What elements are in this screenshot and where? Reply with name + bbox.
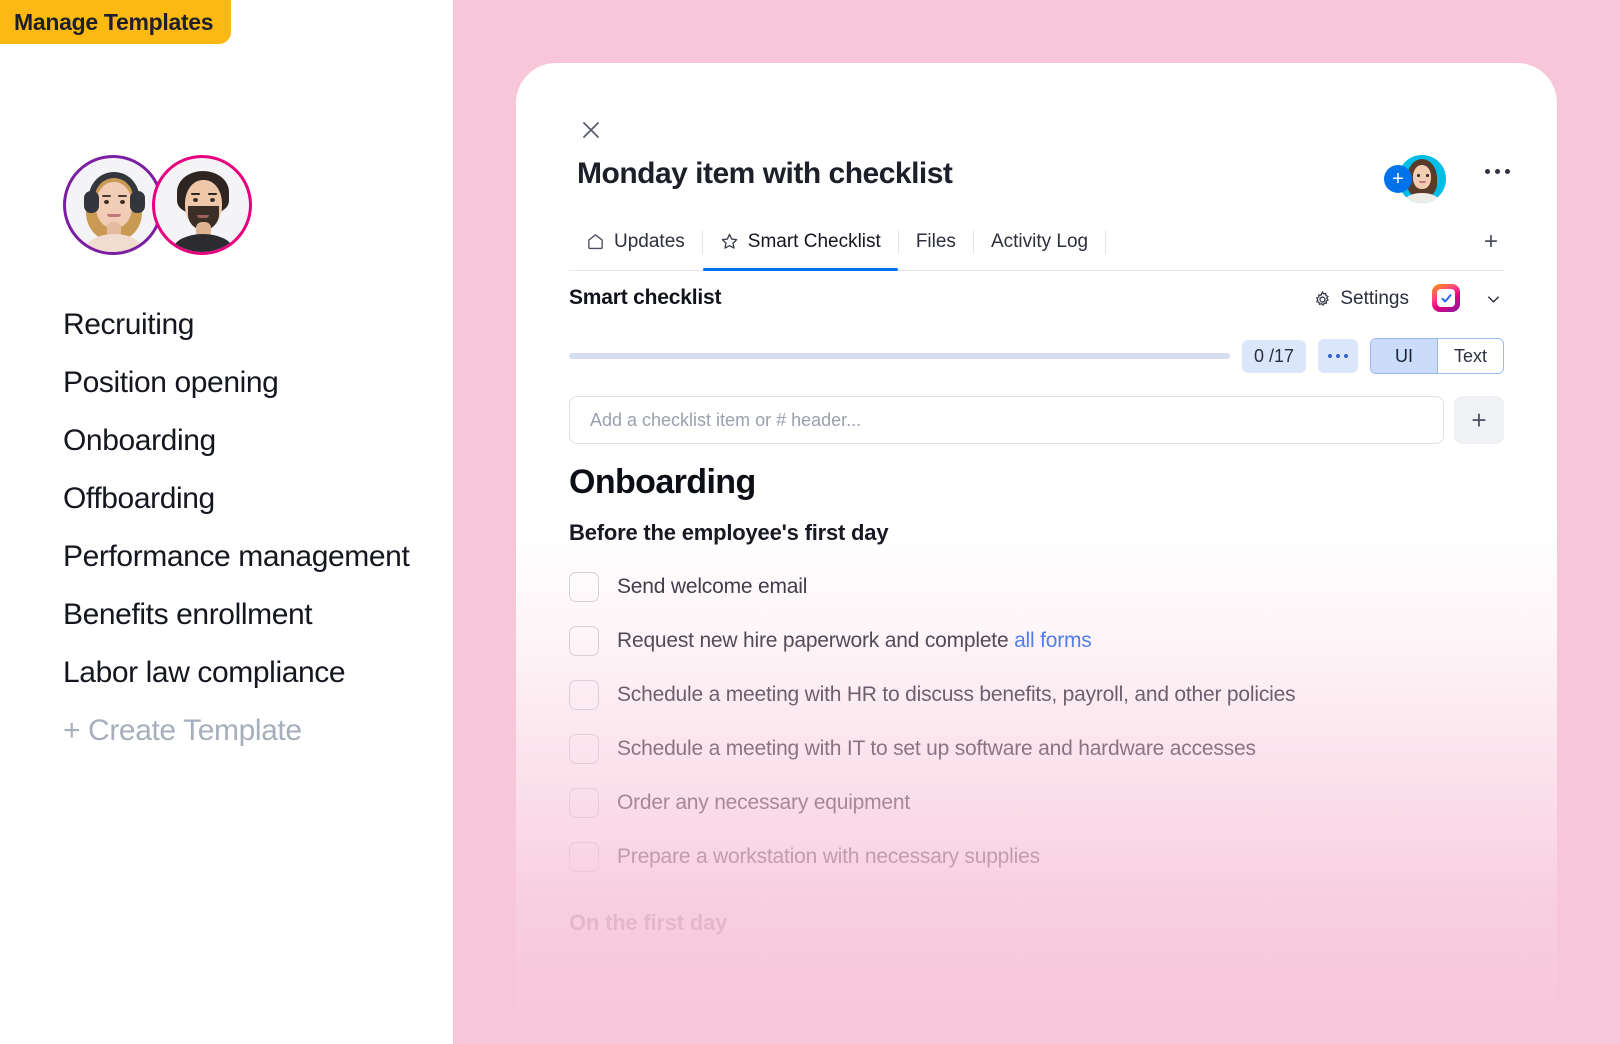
checklist-more-icon[interactable] — [1318, 339, 1358, 373]
sidebar: Recruiting Position opening Onboarding O… — [0, 0, 453, 1044]
checklist-item-label: Request new hire paperwork and complete … — [617, 629, 1092, 653]
home-icon — [586, 232, 605, 251]
sidebar-item-label: Performance management — [63, 540, 410, 573]
list-item[interactable]: Schedule a meeting with IT to set up sof… — [569, 722, 1517, 776]
view-mode-ui-label: UI — [1395, 345, 1413, 366]
smart-checklist-title: Smart checklist — [569, 286, 722, 309]
add-tab-button[interactable]: + — [1478, 227, 1504, 255]
list-item[interactable]: Order any necessary equipment — [569, 776, 1517, 830]
settings-label: Settings — [1340, 288, 1409, 309]
close-icon[interactable] — [577, 116, 605, 144]
item-detail-card: Monday item with checklist + Updates Sma… — [516, 63, 1557, 1044]
sidebar-item-label: Offboarding — [63, 482, 215, 515]
sidebar-item-offboarding[interactable]: Offboarding — [63, 470, 443, 528]
checkbox[interactable] — [569, 842, 599, 872]
tab-files[interactable]: Files — [899, 214, 973, 270]
settings-button[interactable]: Settings — [1313, 288, 1409, 310]
tab-label: Smart Checklist — [747, 230, 881, 252]
checklist-item-label: Prepare a workstation with necessary sup… — [617, 845, 1040, 868]
list-item[interactable]: Schedule a meeting with HR to discuss be… — [569, 668, 1517, 722]
checkbox[interactable] — [569, 626, 599, 656]
list-item[interactable]: Request new hire paperwork and complete … — [569, 614, 1517, 668]
tab-divider — [1105, 229, 1107, 254]
checklist-item-label: Schedule a meeting with HR to discuss be… — [617, 683, 1296, 706]
view-mode-ui-button[interactable]: UI — [1371, 339, 1437, 373]
assignee-group: + — [1384, 153, 1448, 205]
sidebar-item-labor-law-compliance[interactable]: Labor law compliance — [63, 644, 443, 702]
checklist-item-label: Schedule a meeting with IT to set up sof… — [617, 737, 1256, 760]
avatar-group — [63, 155, 252, 255]
checklist-group-title: On the first day — [569, 910, 728, 935]
template-nav: Recruiting Position opening Onboarding O… — [63, 296, 443, 760]
tab-activity-log[interactable]: Activity Log — [974, 214, 1105, 270]
sidebar-item-label: Position opening — [63, 366, 279, 399]
checkbox[interactable] — [569, 734, 599, 764]
checklist-item-label: Order any necessary equipment — [617, 791, 911, 814]
tab-label: Updates — [614, 230, 685, 252]
more-options-icon[interactable] — [1479, 163, 1516, 180]
checklist-count-badge: 0 /17 — [1241, 339, 1306, 373]
progress-bar — [569, 353, 1230, 359]
create-template-button[interactable]: + Create Template — [63, 702, 443, 760]
all-forms-link[interactable]: all forms — [1014, 629, 1092, 652]
teammate-avatar-1 — [63, 155, 163, 255]
add-assignee-label: + — [1392, 168, 1404, 190]
sidebar-item-label: Onboarding — [63, 424, 216, 457]
tab-bar: Updates Smart Checklist Files Activity L… — [569, 213, 1504, 271]
checklist-body: Onboarding Before the employee's first d… — [569, 463, 1517, 950]
sidebar-item-onboarding[interactable]: Onboarding — [63, 412, 443, 470]
add-checklist-item-input[interactable] — [569, 396, 1444, 444]
checkbox[interactable] — [569, 680, 599, 710]
checklist-group-title: Before the employee's first day — [569, 520, 889, 545]
add-item-row: + — [569, 396, 1504, 444]
sidebar-item-label: Benefits enrollment — [63, 598, 313, 631]
manage-templates-badge: Manage Templates — [0, 0, 232, 44]
checkbox[interactable] — [569, 572, 599, 602]
checkbox[interactable] — [569, 788, 599, 818]
app-root: Manage Templates Recruiting Position ope… — [0, 0, 1620, 1044]
view-mode-text-label: Text — [1453, 345, 1487, 366]
teammate-avatar-2 — [152, 155, 252, 255]
tab-smart-checklist[interactable]: Smart Checklist — [702, 214, 898, 271]
page-title: Monday item with checklist — [577, 157, 953, 190]
sidebar-item-performance-management[interactable]: Performance management — [63, 528, 443, 586]
smart-checklist-app-icon — [1432, 284, 1460, 312]
add-assignee-button[interactable]: + — [1384, 165, 1412, 193]
add-checklist-item-button[interactable]: + — [1454, 396, 1504, 444]
plus-icon: + — [1471, 405, 1487, 435]
sidebar-item-position-opening[interactable]: Position opening — [63, 354, 443, 412]
avatar-face-icon — [155, 158, 249, 252]
sidebar-item-label: Labor law compliance — [63, 656, 346, 689]
create-template-label: + Create Template — [63, 714, 302, 747]
pink-backdrop: Monday item with checklist + Updates Sma… — [453, 0, 1620, 1044]
avatar-face-icon — [66, 158, 160, 252]
view-mode-text-button[interactable]: Text — [1437, 339, 1503, 373]
chevron-down-icon[interactable] — [1485, 291, 1502, 308]
progress-row: 0 /17 UI Text — [569, 335, 1504, 377]
checklist-item-text: Request new hire paperwork and complete — [617, 629, 1015, 652]
checklist-item-label: Send welcome email — [617, 575, 808, 598]
sidebar-item-benefits-enrollment[interactable]: Benefits enrollment — [63, 586, 443, 644]
view-mode-toggle: UI Text — [1370, 338, 1504, 374]
manage-templates-label: Manage Templates — [14, 8, 214, 35]
list-item[interactable]: Send welcome email — [569, 560, 1517, 614]
tab-updates[interactable]: Updates — [569, 214, 702, 270]
gear-icon — [1313, 290, 1332, 309]
list-item[interactable]: Prepare a workstation with necessary sup… — [569, 830, 1517, 884]
sidebar-item-recruiting[interactable]: Recruiting — [63, 296, 443, 354]
tab-label: Activity Log — [990, 230, 1089, 252]
sidebar-item-label: Recruiting — [63, 308, 195, 341]
tab-label: Files — [915, 230, 956, 252]
checklist-heading: Onboarding — [569, 463, 756, 501]
star-icon — [720, 232, 739, 251]
add-tab-label: + — [1483, 227, 1498, 255]
